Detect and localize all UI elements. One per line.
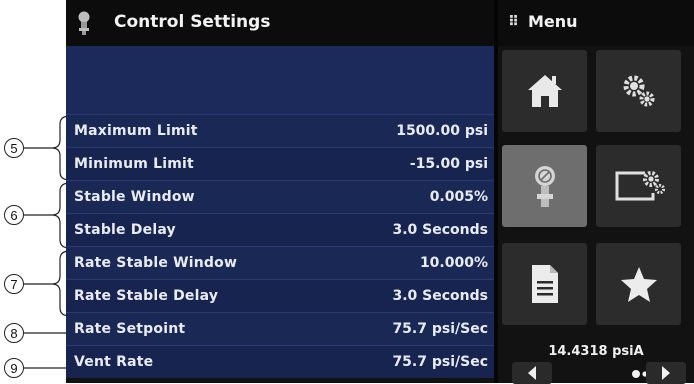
setting-label: Minimum Limit bbox=[74, 156, 194, 172]
menu-bar[interactable]: ⠿ Menu bbox=[498, 0, 694, 46]
settings-tile[interactable] bbox=[596, 50, 681, 132]
callout-8: 8 bbox=[4, 323, 24, 343]
device-screen: Control Settings Maximum Limit 1500.00 p… bbox=[66, 0, 694, 384]
callout-7: 7 bbox=[4, 274, 24, 294]
document-icon bbox=[531, 265, 558, 303]
setting-value: 3.0 Seconds bbox=[392, 222, 489, 238]
pressure-readout: 14.4318 psiA bbox=[548, 344, 644, 359]
setting-row-stable-window[interactable]: Stable Window 0.005% bbox=[66, 180, 494, 213]
setting-row-stable-delay[interactable]: Stable Delay 3.0 Seconds bbox=[66, 213, 494, 246]
arrow-right-icon bbox=[662, 366, 670, 380]
home-icon bbox=[527, 75, 562, 107]
page-title: Control Settings bbox=[114, 12, 271, 32]
next-channel-button[interactable] bbox=[646, 362, 686, 384]
panel-divider bbox=[494, 0, 498, 383]
home-tile[interactable] bbox=[502, 50, 587, 132]
display-settings-icon bbox=[615, 171, 665, 201]
previous-channel-button[interactable] bbox=[512, 362, 552, 384]
setting-value: 75.7 psi/Sec bbox=[392, 321, 488, 337]
control-regulator-icon bbox=[534, 166, 555, 207]
callout-9: 9 bbox=[4, 358, 24, 378]
setting-row-rate-stable-window[interactable]: Rate Stable Window 10.000% bbox=[66, 246, 494, 279]
setting-label: Maximum Limit bbox=[74, 123, 198, 139]
setting-row-rate-setpoint[interactable]: Rate Setpoint 75.7 psi/Sec bbox=[66, 312, 494, 345]
favorite-star-icon bbox=[620, 267, 657, 302]
setting-value: 0.005% bbox=[429, 189, 488, 205]
regulator-icon bbox=[78, 11, 90, 35]
grid-dots-icon: ⠿ bbox=[508, 14, 519, 30]
setting-value: 10.000% bbox=[419, 255, 488, 271]
control-tile[interactable] bbox=[502, 145, 587, 227]
callout-6: 6 bbox=[4, 205, 24, 225]
settings-gears-icon bbox=[623, 75, 654, 107]
callout-5: 5 bbox=[4, 138, 24, 158]
favorites-tile[interactable] bbox=[596, 243, 681, 325]
setting-value: 75.7 psi/Sec bbox=[392, 354, 488, 370]
setting-value: 3.0 Seconds bbox=[392, 288, 489, 304]
setting-label: Vent Rate bbox=[74, 354, 154, 370]
arrow-left-icon bbox=[528, 366, 536, 380]
setting-label: Rate Stable Window bbox=[74, 255, 238, 271]
menu-label: Menu bbox=[528, 12, 578, 31]
setting-value: 1500.00 psi bbox=[396, 123, 488, 139]
setting-label: Stable Window bbox=[74, 189, 195, 205]
settings-list: Maximum Limit 1500.00 psi Minimum Limit … bbox=[66, 114, 494, 378]
setting-row-rate-stable-delay[interactable]: Rate Stable Delay 3.0 Seconds bbox=[66, 279, 494, 312]
setting-value: -15.00 psi bbox=[409, 156, 488, 172]
setting-label: Rate Setpoint bbox=[74, 321, 186, 337]
title-bar: Control Settings bbox=[66, 0, 494, 46]
document-tile[interactable] bbox=[502, 243, 587, 325]
display-tile[interactable] bbox=[596, 145, 681, 227]
setting-row-vent-rate[interactable]: Vent Rate 75.7 psi/Sec bbox=[66, 345, 494, 378]
setting-label: Stable Delay bbox=[74, 222, 176, 238]
setting-row-maximum-limit[interactable]: Maximum Limit 1500.00 psi bbox=[66, 114, 494, 147]
header-panel bbox=[66, 46, 494, 114]
setting-label: Rate Stable Delay bbox=[74, 288, 219, 304]
setting-row-minimum-limit[interactable]: Minimum Limit -15.00 psi bbox=[66, 147, 494, 180]
